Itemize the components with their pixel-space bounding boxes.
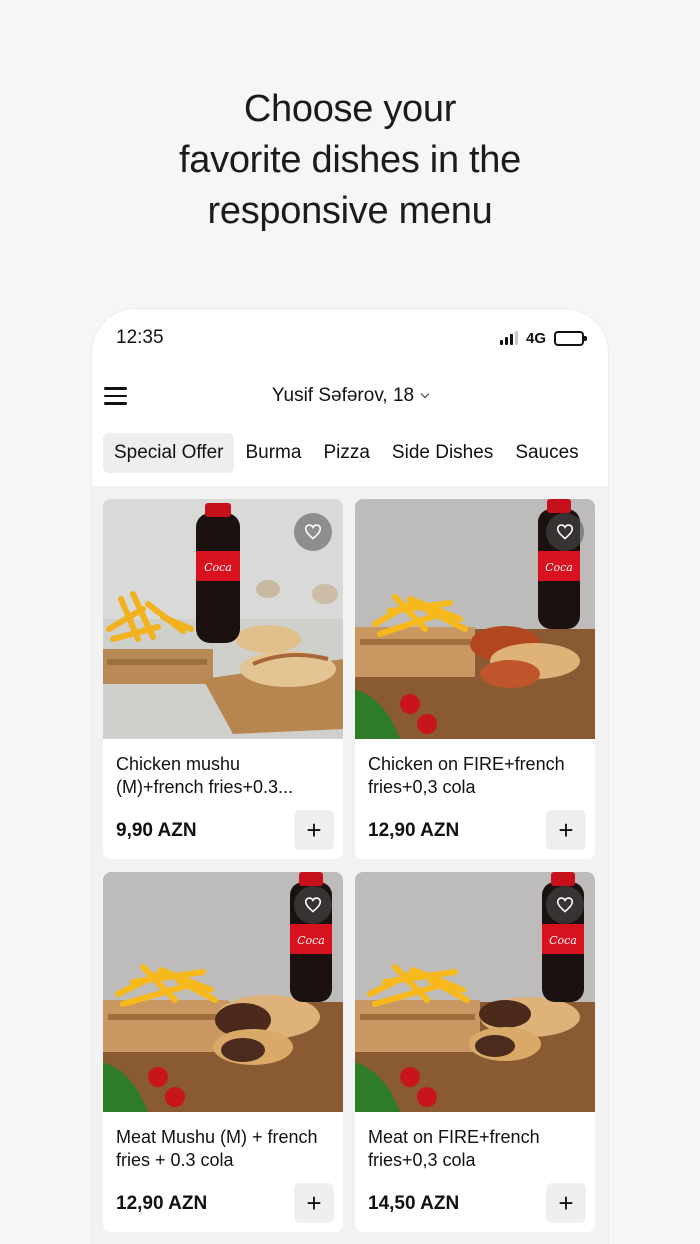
- product-price: 12,90 AZN: [116, 1193, 208, 1214]
- tab-label: Special Offer: [114, 442, 224, 463]
- product-image: Coca: [103, 872, 343, 1112]
- svg-text:Coca: Coca: [549, 934, 577, 947]
- cellular-signal-icon: [499, 331, 518, 345]
- product-card[interactable]: Coca Chicken mushu (M)+french fries+0.3.…: [103, 499, 343, 859]
- heart-icon[interactable]: [546, 886, 584, 924]
- tab-side-dishes[interactable]: Side Dishes: [381, 433, 504, 473]
- add-to-cart-button[interactable]: +: [546, 1183, 586, 1223]
- tab-label: Side Dishes: [391, 442, 494, 463]
- product-card[interactable]: Coca Chicken on FIRE+french fries+0,3 co…: [355, 499, 595, 859]
- heart-icon[interactable]: [294, 886, 332, 924]
- product-price: 14,50 AZN: [368, 1193, 460, 1214]
- tab-label: Sauces: [515, 442, 579, 463]
- status-indicators: 4G: [499, 329, 587, 347]
- product-card[interactable]: Coca Meat on FIRE+french fries+0,3 cola …: [355, 872, 595, 1232]
- product-title: Chicken mushu (M)+french fries+0.3...: [116, 754, 294, 797]
- chevron-down-icon: [420, 389, 430, 399]
- tab-pizza[interactable]: Pizza: [312, 433, 380, 473]
- tab-burma[interactable]: Burma: [234, 433, 312, 473]
- address-label: Yusif Səfərov, 18: [271, 385, 415, 406]
- product-title: Meat on FIRE+french fries+0,3 cola: [368, 1127, 540, 1170]
- product-card[interactable]: Coca Meat Mushu (M) + french fries + 0.3…: [103, 872, 343, 1232]
- promo-headline: Choose your favorite dishes in the respo…: [0, 84, 700, 237]
- headline-line-3: responsive menu: [207, 190, 493, 232]
- add-to-cart-button[interactable]: +: [294, 1183, 334, 1223]
- product-title: Chicken on FIRE+french fries+0,3 cola: [368, 754, 565, 797]
- headline-line-2: favorite dishes in the: [179, 139, 521, 181]
- tab-label: Burma: [245, 442, 302, 463]
- page: Choose your favorite dishes in the respo…: [0, 0, 700, 1244]
- network-type: 4G: [525, 329, 546, 347]
- status-bar: 12:35 4G: [116, 327, 587, 349]
- product-image: Coca: [103, 499, 343, 739]
- address-selector[interactable]: Yusif Səfərov, 18: [271, 385, 430, 407]
- tab-sauces[interactable]: Sauces: [504, 433, 589, 473]
- tab-label: Pizza: [323, 442, 370, 463]
- product-price: 12,90 AZN: [368, 820, 460, 841]
- product-price: 9,90 AZN: [116, 820, 197, 841]
- add-to-cart-button[interactable]: +: [546, 810, 586, 850]
- category-tabs: Special Offer Burma Pizza Side Dishes Sa…: [103, 433, 590, 473]
- headline-line-1: Choose your: [243, 88, 457, 130]
- svg-text:Coca: Coca: [545, 561, 573, 574]
- svg-text:Coca: Coca: [297, 934, 325, 947]
- battery-icon: [554, 330, 587, 346]
- product-image: Coca: [355, 499, 595, 739]
- product-image: Coca: [355, 872, 595, 1112]
- hamburger-icon[interactable]: [104, 383, 130, 409]
- product-grid: Coca Chicken mushu (M)+french fries+0.3.…: [103, 499, 595, 1232]
- phone-frame: 12:35 4G Yusif Səfərov, 18 Special Offer…: [92, 309, 608, 1244]
- tab-special-offer[interactable]: Special Offer: [103, 433, 235, 473]
- status-time: 12:35: [116, 327, 164, 348]
- app-header: 12:35 4G Yusif Səfərov, 18 Special Offer…: [92, 309, 608, 486]
- heart-icon[interactable]: [546, 513, 584, 551]
- add-to-cart-button[interactable]: +: [294, 810, 334, 850]
- top-nav: Yusif Səfərov, 18: [104, 379, 596, 413]
- product-title: Meat Mushu (M) + french fries + 0.3 cola: [116, 1127, 318, 1170]
- heart-icon[interactable]: [294, 513, 332, 551]
- svg-text:Coca: Coca: [204, 561, 232, 574]
